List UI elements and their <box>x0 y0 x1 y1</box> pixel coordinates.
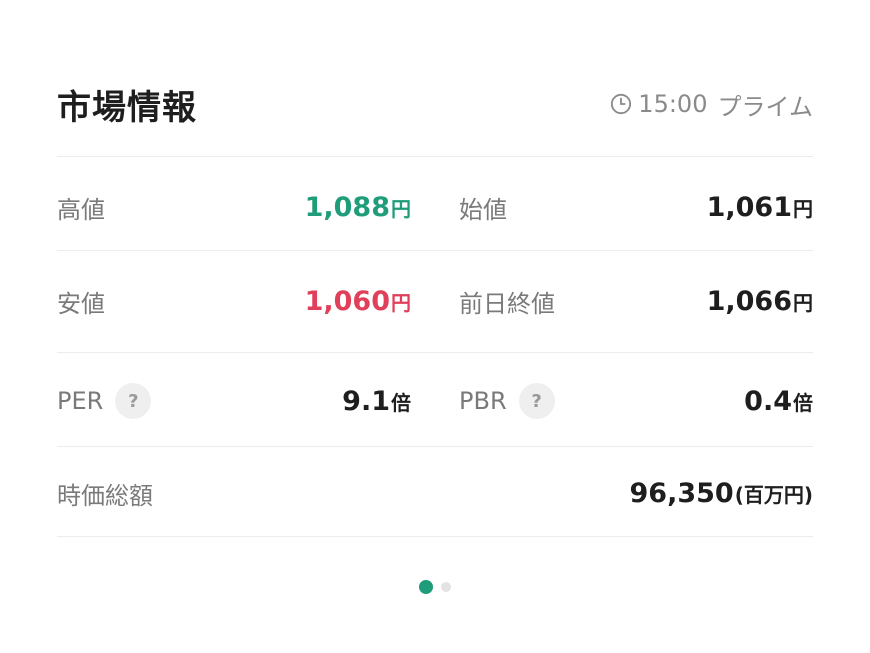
divider <box>57 536 813 537</box>
pbr-label: PBR ? <box>459 383 555 419</box>
info-cell-prev-close: 前日終値 1,066円 <box>459 284 813 319</box>
pager-dot-active[interactable] <box>419 580 433 594</box>
market-name: プライム <box>717 92 813 121</box>
market-cap-label: 時価総額 <box>57 481 153 510</box>
prev-close-label: 前日終値 <box>459 289 555 318</box>
per-value: 9.1倍 <box>342 385 411 417</box>
info-cell-open: 始値 1,061円 <box>459 190 813 225</box>
clock-icon <box>610 93 632 115</box>
info-row-market-cap: 時価総額 96,350(百万円) <box>57 464 813 522</box>
info-row-high-open: 高値 1,088円 始値 1,061円 <box>57 178 813 236</box>
per-label: PER ? <box>57 383 152 419</box>
open-label: 始値 <box>459 195 507 224</box>
divider <box>57 156 813 157</box>
pbr-value: 0.4倍 <box>744 385 813 417</box>
info-cell-low: 安値 1,060円 <box>57 284 411 319</box>
info-cell-per: PER ? 9.1倍 <box>57 383 411 419</box>
info-cell-pbr: PBR ? 0.4倍 <box>459 383 813 419</box>
info-row-per-pbr: PER ? 9.1倍 PBR ? 0.4倍 <box>57 372 813 430</box>
pager-dots <box>0 580 870 594</box>
open-value: 1,061円 <box>706 191 813 223</box>
market-info-card: 市場情報 15:00 プライム 高値 1,088円 始値 1,061円 安値 1… <box>0 0 870 653</box>
per-help-icon[interactable]: ? <box>115 383 152 419</box>
info-cell-high: 高値 1,088円 <box>57 190 411 225</box>
divider <box>57 352 813 353</box>
low-label: 安値 <box>57 289 105 318</box>
high-value: 1,088円 <box>304 191 411 223</box>
low-value: 1,060円 <box>304 285 411 317</box>
prev-close-value: 1,066円 <box>706 285 813 317</box>
pbr-help-icon[interactable]: ? <box>518 383 555 419</box>
market-cap-value: 96,350(百万円) <box>629 477 813 509</box>
card-header: 市場情報 15:00 プライム <box>57 78 813 130</box>
info-cell-market-cap: 時価総額 96,350(百万円) <box>57 476 813 511</box>
card-title: 市場情報 <box>57 87 197 128</box>
high-label: 高値 <box>57 195 105 224</box>
market-session: 15:00 プライム <box>610 87 813 122</box>
divider <box>57 250 813 251</box>
divider <box>57 446 813 447</box>
info-row-low-prevclose: 安値 1,060円 前日終値 1,066円 <box>57 272 813 330</box>
session-time: 15:00 <box>638 90 708 118</box>
pager-dot[interactable] <box>441 582 451 592</box>
